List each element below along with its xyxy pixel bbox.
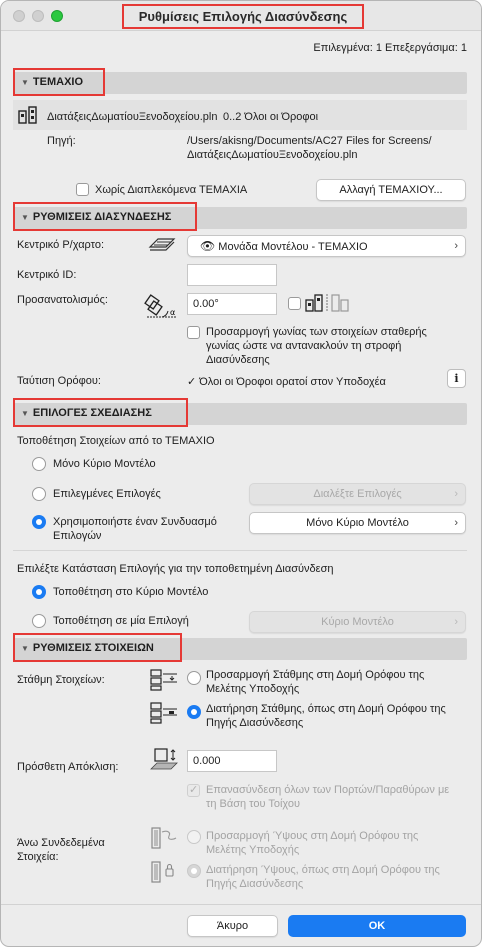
height-keep-label-2: Πηγής Διασύνδεσης: [206, 878, 304, 890]
adjust-angle-checkbox[interactable]: [187, 326, 200, 339]
no-nested-label: Χωρίς Διαπλεκόμενα ΤΕΜΑΧΙΑ: [95, 184, 248, 196]
source-path-line2: ΔιατάξειςΔωματίουΞενοδοχείου.pln: [187, 149, 358, 161]
height-adjust-label-1: Προσαρμογή Ύψους στη Δομή Ορόφου της: [206, 830, 419, 842]
zoom-window-button[interactable]: [51, 10, 63, 22]
change-module-button[interactable]: Αλλαγή ΤΕΜΑΧΙΟΥ...: [316, 179, 466, 201]
selected-options-label: Επιλεγμένες Επιλογές: [53, 488, 161, 500]
rotation-angle-icon: α: [144, 294, 177, 318]
placement-label: Τοποθέτηση Στοιχείων από το ΤΕΜΑΧΙΟ: [17, 435, 215, 447]
offset-input[interactable]: 0.000: [187, 750, 277, 772]
orientation-checkbox[interactable]: [288, 297, 301, 310]
highlight-box: [13, 398, 188, 427]
relink-label-2: τη Βάση του Τοίχου: [206, 798, 301, 810]
option-state-label: Επιλέξτε Κατάσταση Επιλογής για την τοπο…: [17, 563, 334, 575]
orientation-label: Προσανατολισμός:: [17, 294, 108, 306]
top-linked-label-1: Άνω Συνδεδεμένα: [17, 837, 105, 849]
main-only-radio[interactable]: [32, 457, 46, 471]
adjust-angle-label-2: γωνίας ώστε να αντανακλούν τη στροφή: [206, 340, 402, 352]
eye-icon: 👁: [200, 239, 216, 253]
source-label: Πηγή:: [47, 135, 76, 147]
checkmark-icon: ✓: [187, 376, 200, 388]
adjust-height-icon: [151, 827, 177, 849]
elev-keep-label-1: Διατήρηση Στάθμης, όπως στη Δομή Ορόφου …: [206, 703, 446, 715]
combination-radio[interactable]: [32, 515, 46, 529]
footer-divider: [1, 904, 481, 905]
elev-keep-label-2: Πηγής Διασύνδεσης: [206, 717, 304, 729]
highlight-box: [13, 202, 197, 231]
offset-label: Πρόσθετη Απόκλιση:: [17, 761, 119, 773]
adjust-angle-label-1: Προσαρμογή γωνίας των στοιχείων σταθερής: [206, 326, 427, 338]
keep-elevation-icon: [150, 702, 177, 724]
place-option-label: Τοποθέτηση σε μία Επιλογή: [53, 615, 189, 627]
master-id-input[interactable]: [187, 264, 277, 286]
elev-adjust-label-1: Προσαρμογή Στάθμης στη Δομή Ορόφου της: [206, 669, 425, 681]
selected-options-radio[interactable]: [32, 487, 46, 501]
adjust-angle-label-3: Διασύνδεσης: [206, 354, 270, 366]
ok-button[interactable]: OK: [288, 915, 466, 937]
info-icon[interactable]: i: [447, 369, 466, 388]
top-linked-label-2: Στοιχεία:: [17, 851, 59, 863]
title-bar: Ρυθμίσεις Επιλογής Διασύνδεσης: [1, 1, 481, 31]
master-layout-dropdown[interactable]: 👁 Μονάδα Μοντέλου - ΤΕΜΑΧΙΟ ›: [187, 235, 466, 257]
highlight-box: [13, 633, 182, 662]
source-path-line1: /Users/akisng/Documents/AC27 Files for S…: [187, 135, 432, 147]
window-title: Ρυθμίσεις Επιλογής Διασύνδεσης: [122, 4, 364, 29]
floor-match-value: ✓ Όλοι οι Όροφοι ορατοί στον Υποδοχέα: [187, 376, 386, 388]
chevron-right-icon: ›: [454, 488, 458, 500]
combination-dropdown[interactable]: Μόνο Κύριο Μοντέλο ›: [249, 512, 466, 534]
height-adjust-label-2: Μελέτης Υποδοχής: [206, 844, 300, 856]
divider: [13, 550, 467, 551]
adjust-elevation-radio[interactable]: [187, 671, 201, 685]
highlight-box: [13, 68, 105, 96]
keep-height-radio[interactable]: [187, 864, 201, 878]
module-file-icon: [18, 106, 37, 124]
master-layout-value: Μονάδα Μοντέλου - ΤΕΜΑΧΙΟ: [218, 241, 368, 253]
main-only-label: Μόνο Κύριο Μοντέλο: [53, 458, 156, 470]
chevron-right-icon: ›: [454, 616, 458, 628]
module-floors: 0..2 Όλοι οι Όροφοι: [223, 111, 319, 123]
elev-adjust-label-2: Μελέτης Υποδοχής: [206, 683, 300, 695]
select-options-button[interactable]: Διαλέξτε Επιλογές ›: [249, 483, 466, 505]
selection-info: Επιλεγμένα: 1 Επεξεργάσιμα: 1: [313, 42, 467, 54]
minimize-window-button[interactable]: [32, 10, 44, 22]
floor-match-label: Ταύτιση Ορόφου:: [17, 375, 101, 387]
master-id-label: Κεντρικό ID:: [17, 269, 77, 281]
adjust-elevation-icon: [150, 669, 177, 691]
close-window-button[interactable]: [13, 10, 25, 22]
cancel-button[interactable]: Άκυρο: [187, 915, 278, 937]
keep-height-icon: [151, 861, 174, 883]
master-layout-label: Κεντρικό Ρ/χαρτο:: [17, 239, 105, 251]
offset-icon: [150, 748, 178, 770]
relink-checkbox[interactable]: [187, 783, 200, 797]
chevron-right-icon: ›: [454, 240, 458, 252]
no-nested-checkbox[interactable]: [76, 183, 89, 196]
module-file-name: ΔιατάξειςΔωματίουΞενοδοχείου.pln: [47, 111, 218, 123]
keep-elevation-radio[interactable]: [187, 705, 201, 719]
place-main-label: Τοποθέτηση στο Κύριο Μοντέλο: [53, 586, 209, 598]
place-option-radio[interactable]: [32, 614, 46, 628]
svg-text:α: α: [170, 308, 175, 317]
elevation-label: Στάθμη Στοιχείων:: [17, 674, 105, 686]
combination-label-1: Χρησιμοποιήστε έναν Συνδυασμό: [53, 516, 217, 528]
master-layout-icon: [148, 238, 176, 251]
option-dropdown[interactable]: Κύριο Μοντέλο ›: [249, 611, 466, 633]
adjust-height-radio[interactable]: [187, 830, 201, 844]
dialog-window: Ρυθμίσεις Επιλογής Διασύνδεσης Επιλεγμέν…: [0, 0, 482, 947]
chevron-right-icon: ›: [454, 517, 458, 529]
relink-label-1: Επανασύνδεση όλων των Πορτών/Παραθύρων μ…: [206, 784, 450, 796]
place-main-radio[interactable]: [32, 585, 46, 599]
mirror-elements-icon: [305, 294, 349, 312]
orientation-input[interactable]: 0.00°: [187, 293, 277, 315]
combination-label-2: Επιλογών: [53, 530, 102, 542]
height-keep-label-1: Διατήρηση Ύψους, όπως στη Δομή Ορόφου τη…: [206, 864, 440, 876]
